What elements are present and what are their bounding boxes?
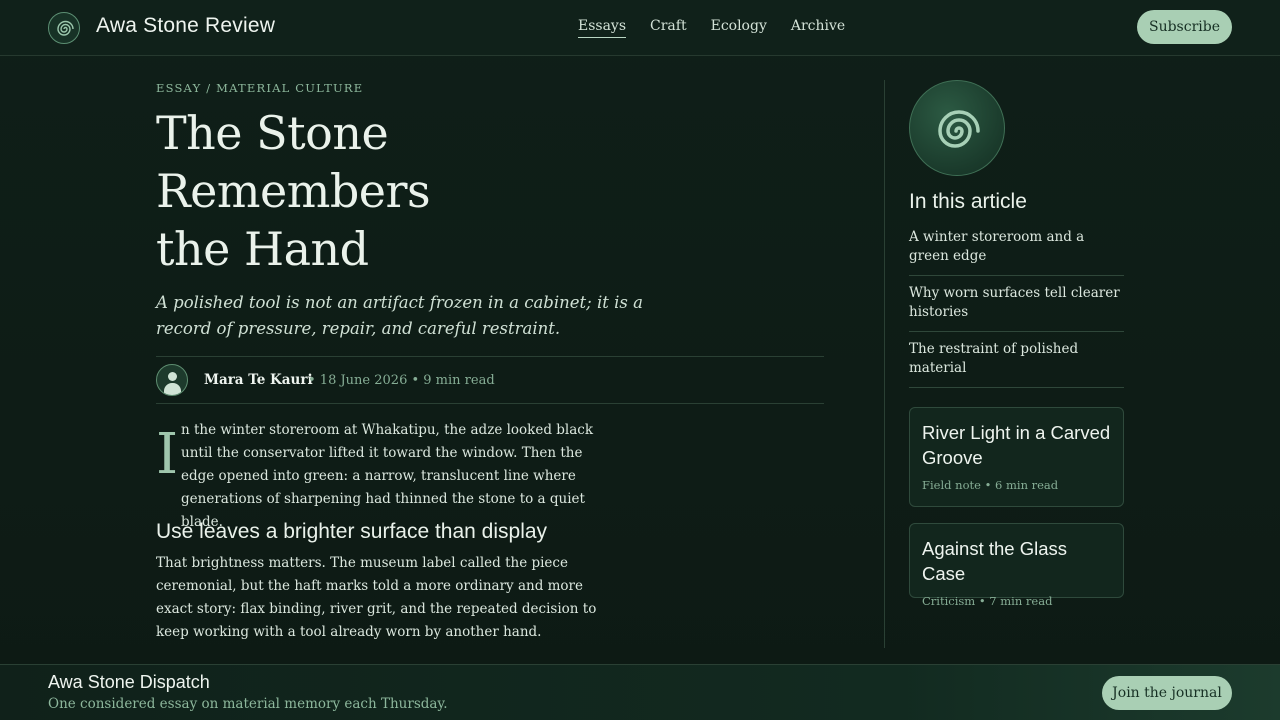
nav-craft[interactable]: Craft [650,18,687,38]
drop-cap: I [156,422,179,487]
toc-item[interactable]: A winter storeroom and a green edge [909,228,1124,276]
related-card-meta: Criticism • 7 min read [922,594,1053,608]
newsletter-subtitle: One considered essay on material memory … [48,696,448,712]
toc-item[interactable]: The restraint of polished material [909,340,1124,388]
article-dek: A polished tool is not an artifact froze… [156,293,643,338]
main-nav: Essays Craft Ecology Archive [578,18,845,38]
table-of-contents: A winter storeroom and a green edge Why … [909,228,1124,396]
related-card[interactable]: River Light in a Carved Groove Field not… [909,407,1124,507]
site-title[interactable]: Awa Stone Review [96,14,275,38]
related-card[interactable]: Against the Glass Case Criticism • 7 min… [909,523,1124,608]
nav-ecology[interactable]: Ecology [711,18,767,38]
toc-item[interactable]: Why worn surfaces tell clearer histories [909,284,1124,332]
top-navigation-bar: Awa Stone Review Essays Craft Ecology Ar… [0,0,1280,56]
title-line: the Hand [156,222,369,276]
nav-archive[interactable]: Archive [791,18,845,38]
join-journal-button[interactable]: Join the journal [1102,676,1232,710]
article-title: The Stone Remembers the Hand [156,104,576,278]
newsletter-title: Awa Stone Dispatch [48,672,210,692]
paragraph: That brightness matters. The museum labe… [156,555,597,640]
spiral-icon[interactable] [48,12,80,44]
related-card-meta: Field note • 6 min read [922,478,1059,492]
article-kicker: ESSAY / MATERIAL CULTURE [156,81,364,95]
title-line: Remembers [156,164,431,218]
byline: Mara Te Kauri • 18 June 2026 • 9 min rea… [156,356,824,404]
related-card-title: Against the Glass Case [922,538,1067,584]
sidebar-divider [884,80,885,648]
nav-essays[interactable]: Essays [578,18,627,38]
toc-title: In this article [909,190,1027,213]
title-line: The Stone [156,106,389,160]
author-avatar-icon[interactable] [156,364,188,396]
subscribe-button[interactable]: Subscribe [1137,10,1232,44]
article-meta: • 18 June 2026 • 9 min read [308,373,495,388]
spiral-emblem-icon [909,80,1005,176]
newsletter-footer: Awa Stone Dispatch One considered essay … [0,664,1280,720]
paragraph: n the winter storeroom at Whakatipu, the… [181,422,594,530]
author-name[interactable]: Mara Te Kauri [204,372,313,388]
section-heading: Use leaves a brighter surface than displ… [156,520,548,543]
related-card-title: River Light in a Carved Groove [922,422,1111,468]
